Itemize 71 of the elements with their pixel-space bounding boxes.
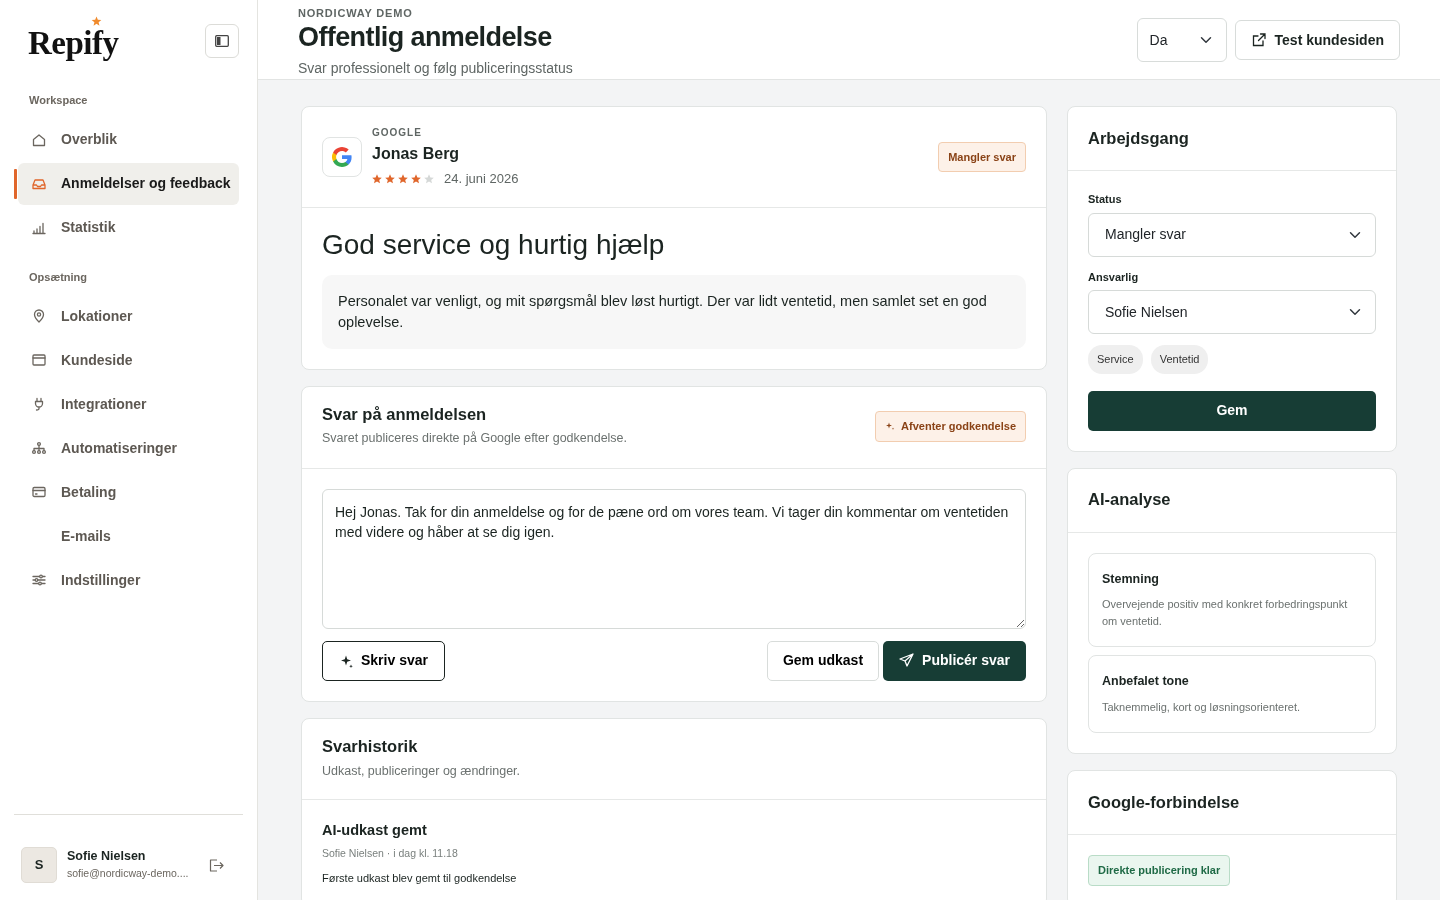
card-title: Google-forbindelse (1088, 792, 1240, 813)
card-subtitle: Udkast, publiceringer og ændringer. (322, 763, 522, 781)
nav-item[interactable]: Betaling (18, 471, 239, 513)
sparkle-icon (885, 421, 896, 432)
card-title: Svarhistorik (322, 736, 419, 757)
field-label: Ansvarlig (1088, 269, 1140, 285)
star-icon (398, 173, 408, 184)
section-heading: Opsætning (28, 269, 89, 285)
logout-icon (209, 858, 224, 872)
status-badge: Afventer godkendelse (875, 411, 1026, 442)
settings-icon (31, 572, 47, 588)
analysis-title: Anbefalet tone (1102, 673, 1190, 691)
analysis-text: Taknemmelig, kort og løsningsorienteret. (1102, 700, 1302, 716)
review-source: GOOGLE (372, 126, 423, 140)
card-title: Arbejdsgang (1088, 128, 1189, 149)
review-title: God service og hurtig hjælp (322, 227, 666, 262)
hierarchy-icon (31, 440, 47, 456)
sidebar-toggle-button[interactable] (205, 24, 239, 58)
publish-button[interactable]: Publicér svar (883, 640, 1026, 681)
tag-chip: Service (1088, 345, 1143, 374)
sidebar-icon (215, 35, 229, 47)
star-icon (91, 16, 102, 27)
location-pin-icon (31, 308, 47, 324)
owner-select[interactable]: Sofie Nielsen (1088, 290, 1376, 334)
history-entry-title: AI-udkast gemt (322, 821, 428, 841)
star-icon (372, 173, 382, 184)
reply-textarea[interactable]: Hej Jonas. Tak for din anmeldelse og for de pæne ord om vores team. Vi tager din kommentar om ventetiden med videre og håber at se dig igen. (322, 488, 1026, 629)
language-select[interactable]: Da (1136, 18, 1227, 62)
tag-chip: Ventetid (1150, 345, 1209, 374)
nav-item[interactable]: Statistik (18, 206, 239, 249)
card-title: AI-analyse (1088, 490, 1171, 510)
status-badge: Direkte publicering klar (1088, 855, 1231, 886)
status-select[interactable]: Mangler svar (1088, 212, 1376, 257)
avatar: S (21, 846, 57, 883)
nav-item[interactable]: E-mails (18, 515, 239, 557)
user-email: sofie@nordicway-demo.... (67, 866, 190, 881)
status-badge: Mangler svar (938, 141, 1026, 172)
nav-item[interactable]: Kundeside (18, 339, 239, 381)
credit-card-icon (31, 484, 47, 500)
card-subtitle: Svaret publiceres direkte på Google efter godkendelse. (322, 429, 628, 447)
reviewer-name: Jonas Berg (372, 144, 461, 164)
review-date: 24. juni 2026 (444, 170, 519, 188)
page-subtitle: Svar professionelt og følg publiceringsstatus (298, 58, 573, 78)
workspace-name: NORDICWAY DEMO (298, 6, 414, 21)
card-title: Svar på anmeldelsen (322, 405, 488, 425)
send-icon (899, 653, 915, 669)
field-label: Status (1088, 192, 1123, 207)
nav-item[interactable]: Integrationer (18, 383, 239, 425)
analysis-text: Overvejende positiv med konkret forbedringspunkt om ventetid. (1102, 597, 1349, 630)
star-icon (424, 173, 434, 184)
external-link-icon (1250, 32, 1267, 48)
page-title: Offentlig anmeldelse (298, 21, 553, 53)
user-name: Sofie Nielsen (67, 848, 147, 866)
star-icon (385, 173, 395, 184)
history-entry-meta: Sofie Nielsen · i dag kl. 11.18 (322, 845, 459, 861)
star-icon (411, 173, 421, 184)
save-button[interactable]: Gem (1088, 390, 1376, 431)
nav-item[interactable]: Lokationer (18, 295, 239, 337)
analysis-title: Stemning (1102, 570, 1160, 588)
history-entry-text: Første udkast blev gemt til godkendelse (322, 870, 518, 886)
write-reply-button[interactable]: Skriv svar (322, 640, 445, 681)
browser-window-icon (31, 352, 47, 368)
nav-item[interactable]: Indstillinger (18, 559, 239, 601)
nav-item[interactable]: Automatiseringer (18, 427, 239, 469)
google-logo-icon (322, 136, 362, 177)
save-draft-button[interactable]: Gem udkast (766, 640, 880, 681)
logo: Repify (28, 25, 119, 61)
review-text: Personalet var venligt, og mit spørgsmål blev løst hurtigt. Der var lidt ventetid, men samlet set en god oplevelse. (322, 275, 1026, 350)
test-page-button[interactable]: Test kundesiden (1234, 20, 1400, 60)
section-heading: Workspace (28, 93, 89, 108)
nav-item[interactable]: Overblik (18, 118, 239, 161)
